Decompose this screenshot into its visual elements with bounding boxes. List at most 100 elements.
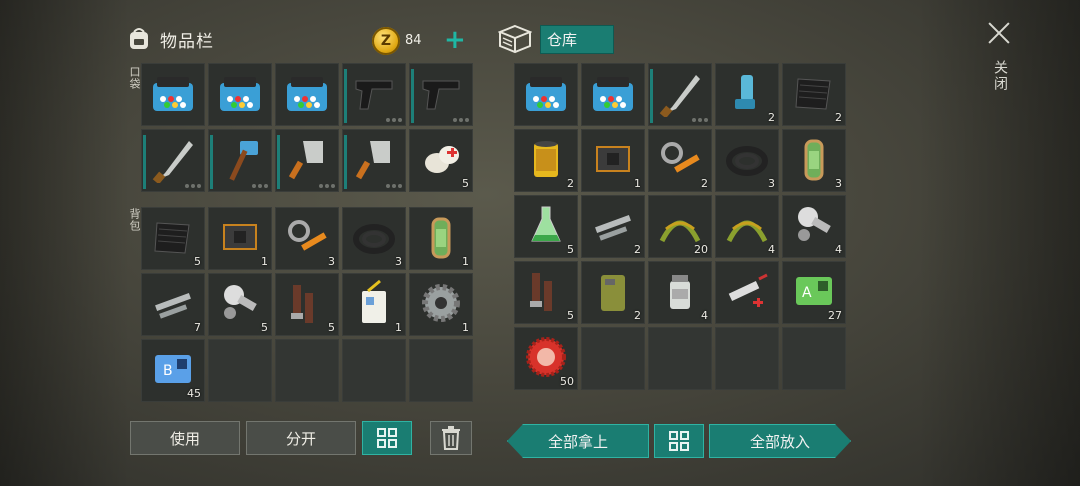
warehouse-slot[interactable]: [715, 261, 779, 324]
backpack-slot[interactable]: 5: [141, 207, 205, 270]
warehouse-slot[interactable]: 50: [514, 327, 578, 390]
pocket-slot[interactable]: [275, 129, 339, 192]
backpack-slot[interactable]: 5: [208, 273, 272, 336]
warehouse-slot[interactable]: 3: [715, 129, 779, 192]
close-label[interactable]: 关闭: [990, 60, 1010, 92]
backpack-empty-slot[interactable]: [409, 339, 473, 402]
warehouse-slot[interactable]: A 27: [782, 261, 846, 324]
machete-icon: [659, 75, 700, 117]
fuel-canister-icon: [804, 139, 824, 181]
warehouse-slot[interactable]: 5: [514, 195, 578, 258]
add-coins-button[interactable]: +: [444, 26, 466, 54]
backpack-slot[interactable]: 3: [342, 207, 406, 270]
backpack-label: 背包: [128, 208, 141, 232]
item-count: 5: [194, 255, 201, 268]
engine-parts-icon: [224, 285, 257, 319]
backpack-slot[interactable]: 1: [409, 273, 473, 336]
warehouse-empty-slot[interactable]: [581, 327, 645, 390]
item-count: 45: [187, 387, 201, 400]
pocket-slot[interactable]: [208, 63, 272, 126]
warehouse-slot[interactable]: 4: [648, 261, 712, 324]
backpack-empty-slot[interactable]: [275, 339, 339, 402]
warehouse-slot[interactable]: 2: [581, 261, 645, 324]
backpack-slot[interactable]: B 45: [141, 339, 205, 402]
medkit-box-icon: [220, 77, 260, 111]
trash-icon: [442, 426, 460, 450]
pocket-slot[interactable]: [141, 129, 205, 192]
split-button[interactable]: 分开: [246, 421, 356, 455]
warehouse-slot[interactable]: 2: [648, 129, 712, 192]
pocket-slot[interactable]: [409, 63, 473, 126]
durability-bar: [143, 135, 146, 189]
warehouse-header: 仓库: [498, 24, 614, 54]
backpack-slot[interactable]: 5: [275, 273, 339, 336]
pocket-slot[interactable]: [342, 63, 406, 126]
warehouse-title[interactable]: 仓库: [540, 24, 614, 54]
warehouse-grid: 2 2 2 1 2 3 3 5 2 20 4 4 5 2 4 A 27 50: [514, 63, 846, 390]
item-count: 3: [395, 255, 402, 268]
herb-icon: [659, 220, 701, 243]
put-all-button[interactable]: 全部放入: [709, 424, 851, 458]
take-all-button[interactable]: 全部拿上: [507, 424, 649, 458]
pocket-slot[interactable]: [141, 63, 205, 126]
warehouse-empty-slot[interactable]: [648, 327, 712, 390]
pocket-slot[interactable]: [275, 63, 339, 126]
sledgehammer-icon: [229, 141, 258, 181]
medkit-box-icon: [153, 77, 193, 111]
jerrycan-icon: [601, 275, 625, 311]
backpack-slot[interactable]: 7: [141, 273, 205, 336]
herb-icon: [726, 220, 768, 243]
warehouse-slot[interactable]: 4: [782, 195, 846, 258]
backpack-slot[interactable]: 1: [342, 273, 406, 336]
item-count: 5: [567, 309, 574, 322]
medkit-box-icon: [287, 77, 327, 111]
metal-pipes-icon: [155, 293, 191, 319]
warehouse-slot[interactable]: 4: [715, 195, 779, 258]
backpack-slot[interactable]: 1: [208, 207, 272, 270]
grid-sort-icon: [377, 428, 397, 448]
warehouse-slot[interactable]: 3: [782, 129, 846, 192]
item-count: 2: [701, 177, 708, 190]
sort-inventory-button[interactable]: [362, 421, 412, 455]
warehouse-slot[interactable]: [581, 63, 645, 126]
pocket-slot[interactable]: 5: [409, 129, 473, 192]
item-count: 3: [835, 177, 842, 190]
pocket-label: 口袋: [128, 66, 141, 90]
warehouse-slot[interactable]: 1: [581, 129, 645, 192]
backpack-grid: 5 1 3 3 1 7 5 5 1 1 B 45: [141, 207, 473, 402]
backpack-slot[interactable]: 1: [409, 207, 473, 270]
sort-warehouse-button[interactable]: [654, 424, 704, 458]
warehouse-empty-slot[interactable]: [782, 327, 846, 390]
delete-button[interactable]: [430, 421, 472, 455]
hydraulic-parts-icon: [661, 142, 700, 173]
warehouse-slot[interactable]: 2: [581, 195, 645, 258]
warehouse-slot[interactable]: 20: [648, 195, 712, 258]
warehouse-slot[interactable]: 2: [514, 129, 578, 192]
pocket-slot[interactable]: [208, 129, 272, 192]
item-count: 50: [560, 375, 574, 388]
coin-amount: 84: [405, 33, 422, 48]
warehouse-slot[interactable]: [514, 63, 578, 126]
rubber-sheet-icon: [154, 222, 190, 254]
durability-bar: [210, 135, 213, 189]
backpack-empty-slot[interactable]: [208, 339, 272, 402]
medkit-box-icon: [593, 77, 633, 111]
warehouse-slot[interactable]: 2: [782, 63, 846, 126]
backpack-slot[interactable]: 3: [275, 207, 339, 270]
warehouse-slot[interactable]: [648, 63, 712, 126]
item-count: 3: [328, 255, 335, 268]
upgrade-dots: [692, 118, 708, 122]
backpack-empty-slot[interactable]: [342, 339, 406, 402]
warehouse-slot[interactable]: 5: [514, 261, 578, 324]
upgrade-dots: [185, 184, 201, 188]
use-button[interactable]: 使用: [130, 421, 240, 455]
close-icon[interactable]: [986, 20, 1012, 46]
inventory-title: 物品栏: [160, 31, 214, 52]
warehouse-empty-slot[interactable]: [715, 327, 779, 390]
rubber-sheet-icon: [795, 78, 831, 110]
item-count: 20: [694, 243, 708, 256]
pocket-slot[interactable]: [342, 129, 406, 192]
warehouse-slot[interactable]: 2: [715, 63, 779, 126]
oil-filter-icon: [534, 141, 558, 177]
pipe-fittings-icon: [291, 285, 313, 323]
